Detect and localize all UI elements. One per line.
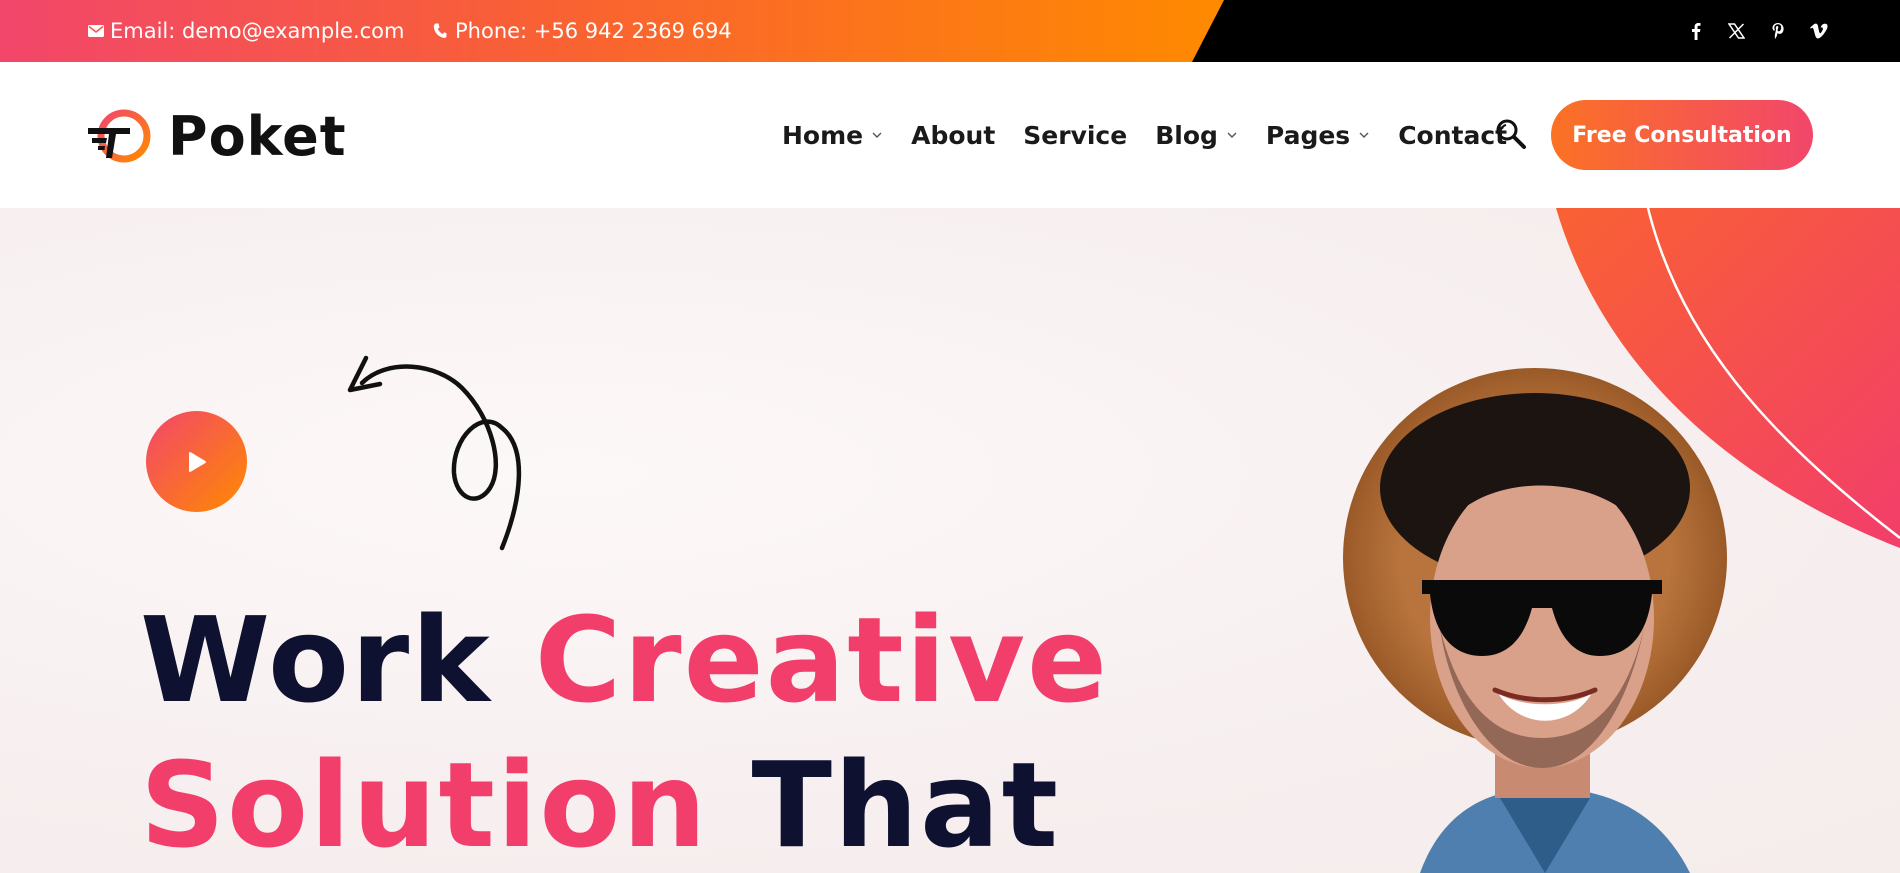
nav-item-about[interactable]: About (911, 121, 995, 150)
headline-word-dark: Work (140, 591, 492, 729)
hero-section: Work Creative Solution That (0, 208, 1900, 873)
hero-person-image (1343, 368, 1727, 873)
free-consultation-button[interactable]: Free Consultation (1551, 100, 1813, 170)
site-header: Poket Home About Service Blog Pages Cont… (0, 62, 1900, 208)
social-links (1686, 0, 1828, 62)
headline-word-dark: That (751, 736, 1061, 873)
nav-item-label: Service (1023, 120, 1128, 150)
pinterest-icon[interactable] (1768, 20, 1787, 42)
contact-phone-text: Phone: +56 942 2369 694 (455, 19, 732, 43)
nav-item-pages[interactable]: Pages (1266, 121, 1370, 150)
contact-phone[interactable]: Phone: +56 942 2369 694 (433, 0, 732, 62)
nav-item-label: Home (782, 120, 864, 150)
chevron-down-icon (871, 129, 883, 141)
play-icon (188, 451, 206, 472)
logo-text: Poket (168, 104, 347, 168)
logo-mark-icon (88, 109, 151, 163)
hero-headline: Work Creative Solution That (140, 588, 1109, 873)
nav-item-blog[interactable]: Blog (1155, 121, 1238, 150)
chevron-down-icon (1358, 129, 1370, 141)
headline-word-pink: Creative (534, 591, 1110, 729)
nav-item-contact[interactable]: Contact (1398, 121, 1507, 150)
x-icon[interactable] (1727, 20, 1746, 42)
envelope-icon (88, 25, 110, 37)
play-video-button[interactable] (146, 411, 247, 512)
phone-icon (433, 23, 455, 39)
headline-word-pink: Solution (140, 736, 709, 873)
nav-item-label: About (911, 120, 996, 150)
nav-item-label: Contact (1398, 120, 1508, 150)
nav-item-service[interactable]: Service (1023, 121, 1127, 150)
nav-item-label: Blog (1155, 120, 1218, 150)
facebook-icon[interactable] (1686, 20, 1705, 42)
top-bar: Email: demo@example.com Phone: +56 942 2… (0, 0, 1900, 62)
contact-email[interactable]: Email: demo@example.com (88, 0, 404, 62)
vimeo-icon[interactable] (1809, 20, 1828, 42)
search-icon[interactable] (1495, 118, 1527, 150)
nav-item-label: Pages (1265, 120, 1351, 150)
logo[interactable]: Poket (86, 102, 347, 170)
nav-item-home[interactable]: Home (782, 121, 883, 150)
chevron-down-icon (1226, 129, 1238, 141)
main-nav: Home About Service Blog Pages Contact (782, 62, 1535, 208)
contact-email-text: Email: demo@example.com (110, 19, 405, 43)
squiggle-arrow-icon (347, 355, 522, 551)
